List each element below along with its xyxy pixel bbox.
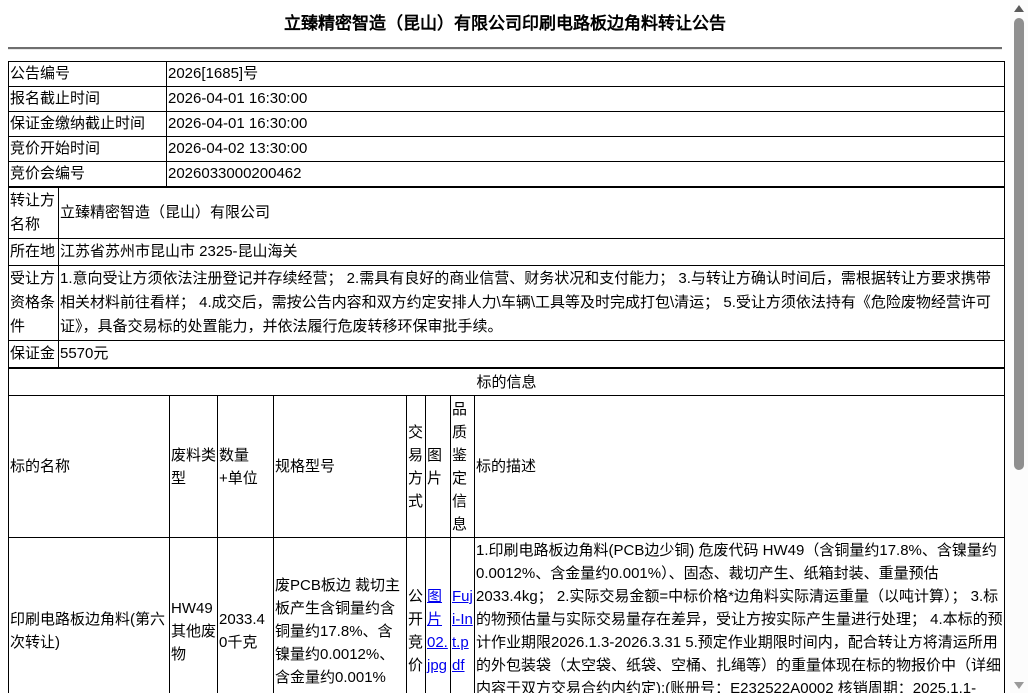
item-quantity: 2033.40千克 [218, 538, 274, 693]
scrollbar-thumb[interactable] [1014, 18, 1024, 470]
col-header-waste-type: 废料类型 [170, 396, 218, 538]
row-label: 所在地 [9, 239, 59, 266]
item-quality-cell: Fuji-Int.pdf [451, 538, 475, 693]
page-title: 立臻精密智造（昆山）有限公司印刷电路板边角料转让公告 [8, 13, 1002, 34]
row-value: 2026-04-01 16:30:00 [167, 112, 1005, 137]
table-row: 竞价会编号 2026033000200462 [9, 162, 1005, 187]
row-value: 2026-04-01 16:30:00 [167, 87, 1005, 112]
items-table: 标的信息 标的名称 废料类型 数量+单位 规格型号 交易方式 图片 品质鉴定信息… [8, 368, 1005, 693]
col-header-quality: 品质鉴定信息 [451, 396, 475, 538]
row-value: 2026-04-02 13:30:00 [167, 137, 1005, 162]
row-label: 竞价开始时间 [9, 137, 167, 162]
item-waste-type: HW49其他废物 [170, 538, 218, 693]
table-row: 受让方资格条件 1.意向受让方须依法注册登记并存续经营； 2.需具有良好的商业信… [9, 266, 1005, 341]
table-row: 公告编号 2026[1685]号 [9, 62, 1005, 87]
header-row: 标的名称 废料类型 数量+单位 规格型号 交易方式 图片 品质鉴定信息 标的描述 [9, 396, 1005, 538]
table-row: 保证金 5570元 [9, 341, 1005, 368]
item-quality-report-link[interactable]: Fuji-Int.pdf [452, 588, 473, 674]
item-description: 1.印刷电路板边角料(PCB边少铜) 危废代码 HW49（含铜量约17.8%、含… [475, 538, 1005, 693]
row-label: 公告编号 [9, 62, 167, 87]
row-label: 竞价会编号 [9, 162, 167, 187]
col-header-spec: 规格型号 [274, 396, 407, 538]
scroll-up-arrow-icon[interactable] [1014, 5, 1024, 12]
divider [8, 47, 1002, 50]
info-table: 公告编号 2026[1685]号 报名截止时间 2026-04-01 16:30… [8, 61, 1005, 187]
row-value: 江苏省苏州市昆山市 2325-昆山海关 [59, 239, 1005, 266]
item-image-cell: 图片02.jpg [426, 538, 451, 693]
table-row: 保证金缴纳截止时间 2026-04-01 16:30:00 [9, 112, 1005, 137]
col-header-description: 标的描述 [475, 396, 1005, 538]
item-name: 印刷电路板边角料(第六次转让) [9, 538, 170, 693]
scroll-down-arrow-icon[interactable] [1014, 682, 1024, 689]
row-value: 5570元 [59, 341, 1005, 368]
section-title: 标的信息 [9, 369, 1005, 396]
transferor-table: 转让方名称 立臻精密智造（昆山）有限公司 所在地 江苏省苏州市昆山市 2325-… [8, 187, 1005, 368]
row-value: 1.意向受让方须依法注册登记并存续经营； 2.需具有良好的商业信营、财务状况和支… [59, 266, 1005, 341]
col-header-image: 图片 [426, 396, 451, 538]
row-value: 2026[1685]号 [167, 62, 1005, 87]
row-value: 2026033000200462 [167, 162, 1005, 187]
col-header-name: 标的名称 [9, 396, 170, 538]
row-value: 立臻精密智造（昆山）有限公司 [59, 188, 1005, 239]
item-row: 印刷电路板边角料(第六次转让) HW49其他废物 2033.40千克 废PCB板… [9, 538, 1005, 693]
vertical-scrollbar[interactable] [1010, 0, 1028, 693]
announcement-page: 立臻精密智造（昆山）有限公司印刷电路板边角料转让公告 公告编号 2026[168… [0, 0, 1010, 693]
table-row: 所在地 江苏省苏州市昆山市 2325-昆山海关 [9, 239, 1005, 266]
item-spec: 废PCB板边 裁切主板产生含铜量约含铜量约17.8%、含镍量约0.0012%、含… [274, 538, 407, 693]
section-title-row: 标的信息 [9, 369, 1005, 396]
row-label: 转让方名称 [9, 188, 59, 239]
table-row: 报名截止时间 2026-04-01 16:30:00 [9, 87, 1005, 112]
item-trade-mode: 公开竞价 [407, 538, 426, 693]
table-row: 竞价开始时间 2026-04-02 13:30:00 [9, 137, 1005, 162]
row-label: 保证金缴纳截止时间 [9, 112, 167, 137]
row-label: 报名截止时间 [9, 87, 167, 112]
item-image-link[interactable]: 图片02.jpg [427, 588, 448, 674]
col-header-trade-mode: 交易方式 [407, 396, 426, 538]
table-row: 转让方名称 立臻精密智造（昆山）有限公司 [9, 188, 1005, 239]
col-header-quantity: 数量+单位 [218, 396, 274, 538]
row-label: 受让方资格条件 [9, 266, 59, 341]
row-label: 保证金 [9, 341, 59, 368]
